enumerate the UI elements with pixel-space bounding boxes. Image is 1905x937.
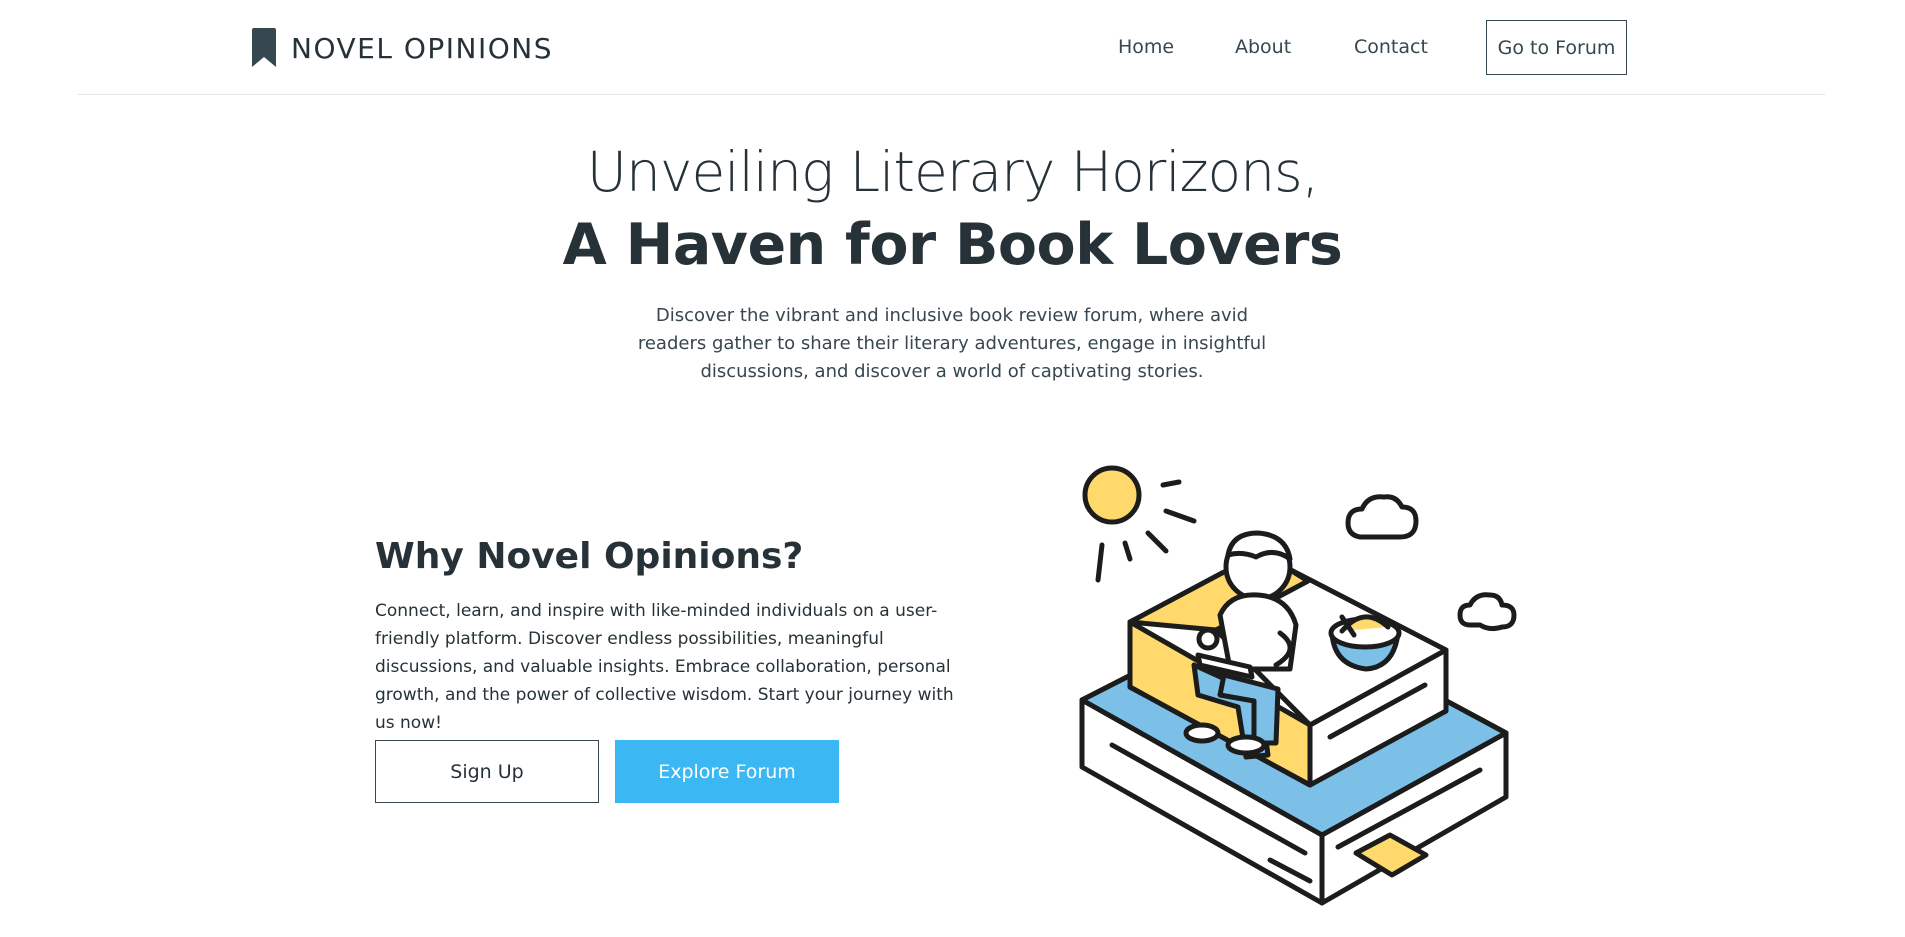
reader-on-books-illustration (1070, 455, 1540, 925)
landing-page: NOVEL OPINIONS Home About Contact Go to … (0, 0, 1905, 937)
hero-title-line2: A Haven for Book Lovers (562, 212, 1343, 278)
book-stack (1079, 530, 1509, 906)
nav-links: Home About Contact Go to Forum (78, 20, 1825, 76)
nav-about-link[interactable]: About (1235, 36, 1291, 58)
sign-up-button[interactable]: Sign Up (375, 740, 599, 803)
go-to-forum-button[interactable]: Go to Forum (1486, 20, 1627, 75)
hero-title-line1: Unveiling Literary Horizons, (586, 140, 1319, 204)
sun-icon (1082, 465, 1197, 583)
why-section-text: Connect, learn, and inspire with like-mi… (375, 601, 954, 733)
why-section-title: Why Novel Opinions? (375, 536, 804, 577)
cloud-icon (1345, 494, 1517, 632)
hero-description: Discover the vibrant and inclusive book … (637, 305, 1267, 382)
nav-contact-link[interactable]: Contact (1354, 36, 1428, 58)
navbar: NOVEL OPINIONS Home About Contact Go to … (78, 0, 1825, 95)
nav-home-link[interactable]: Home (1118, 36, 1174, 58)
explore-forum-button[interactable]: Explore Forum (615, 740, 839, 803)
